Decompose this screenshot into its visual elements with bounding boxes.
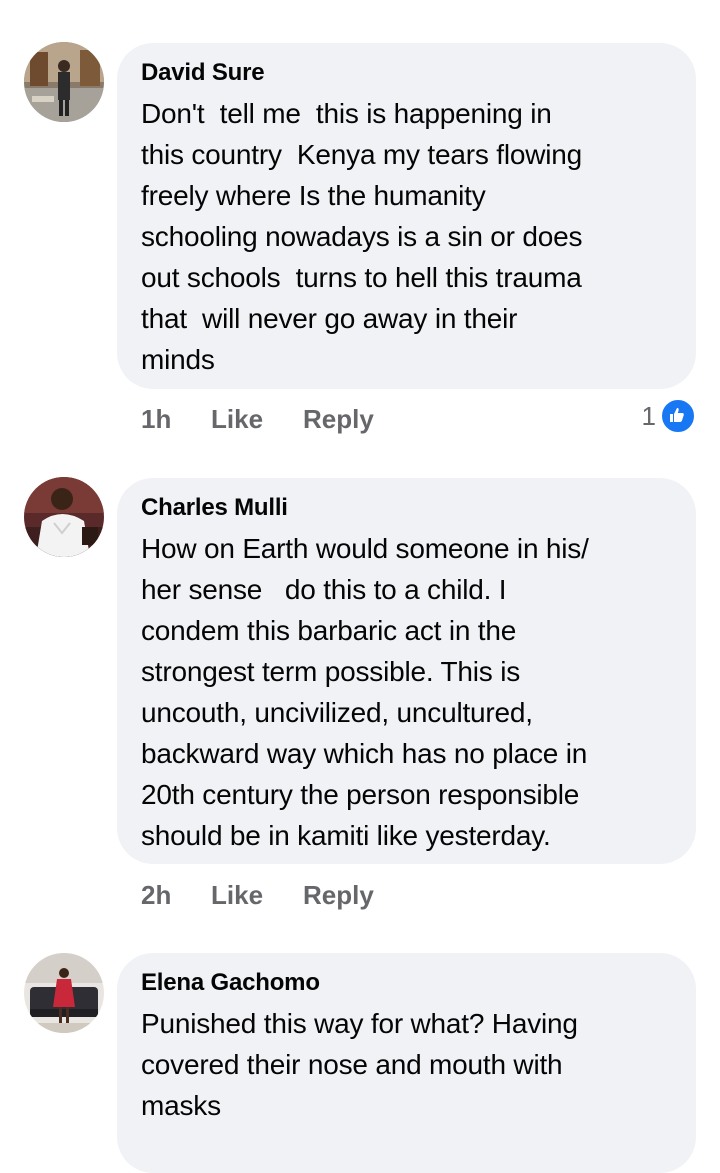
comment-author[interactable]: Elena Gachomo	[141, 969, 676, 997]
comment-author[interactable]: David Sure	[141, 59, 676, 87]
reaction-count: 1	[641, 401, 656, 431]
reply-button[interactable]: Reply	[303, 402, 374, 436]
comment-timestamp[interactable]: 2h	[141, 878, 171, 912]
like-button[interactable]: Like	[211, 402, 263, 436]
avatar-photo	[24, 477, 104, 557]
like-thumb-icon	[660, 398, 696, 434]
avatar-photo	[24, 953, 104, 1033]
avatar[interactable]	[24, 477, 104, 557]
avatar[interactable]	[24, 42, 104, 122]
avatar[interactable]	[24, 953, 104, 1033]
comment-timestamp[interactable]: 1h	[141, 402, 171, 436]
reply-button[interactable]: Reply	[303, 878, 374, 912]
comment-bubble: David Sure Don't tell me this is happeni…	[117, 43, 696, 389]
comment-item: David Sure Don't tell me this is happeni…	[0, 0, 720, 450]
comment-text: Don't tell me this is happening in this …	[141, 98, 583, 375]
comment-item: Charles Mulli How on Earth would someone…	[0, 450, 720, 930]
comment-bubble: Elena Gachomo Punished this way for what…	[117, 953, 696, 1173]
reaction-summary[interactable]: 1	[641, 398, 696, 434]
comment-text: How on Earth would someone in his/ her s…	[141, 533, 589, 851]
comment-bubble: Charles Mulli How on Earth would someone…	[117, 478, 696, 864]
comment-text: Punished this way for what? Having cover…	[141, 1008, 578, 1121]
comment-item: Elena Gachomo Punished this way for what…	[0, 930, 720, 1173]
comments-list: David Sure Don't tell me this is happeni…	[0, 0, 720, 1173]
like-button[interactable]: Like	[211, 878, 263, 912]
avatar-photo	[24, 42, 104, 122]
comment-author[interactable]: Charles Mulli	[141, 494, 676, 522]
